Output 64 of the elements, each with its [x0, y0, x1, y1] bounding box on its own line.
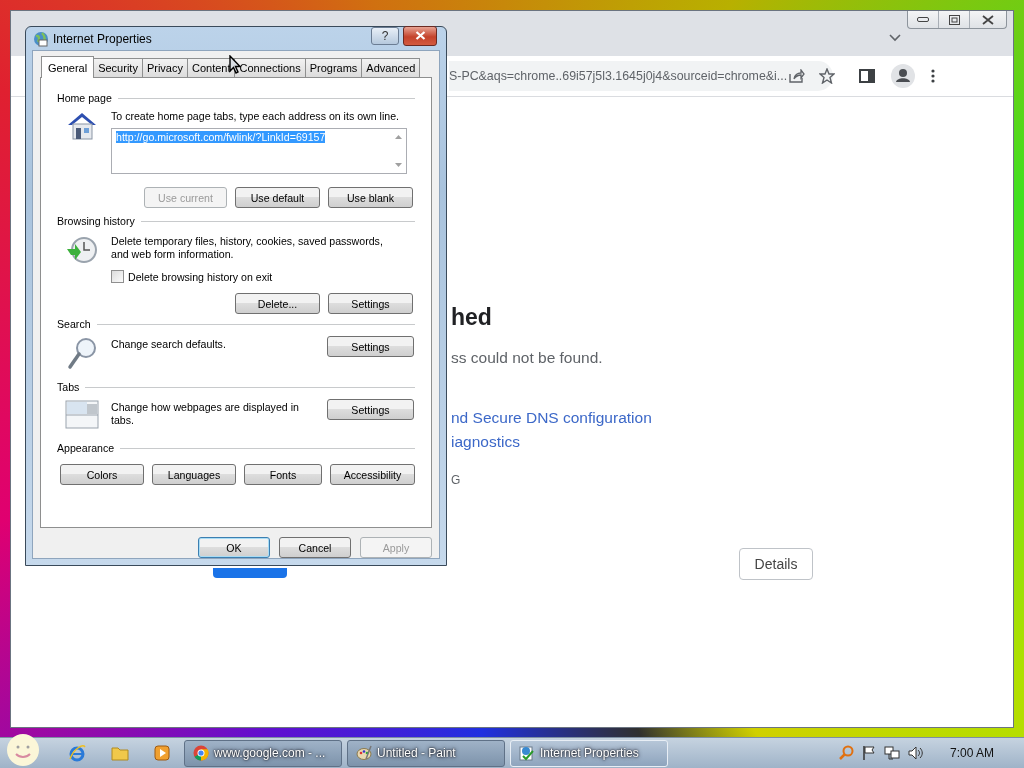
description-text: Change search defaults.	[111, 338, 227, 351]
description-text: Change how webpages are displayed in tabs.	[111, 401, 300, 427]
section-heading: Browsing history	[57, 215, 135, 227]
dialog-button[interactable]: Delete...	[235, 293, 320, 314]
dialog-button[interactable]: Languages	[152, 464, 236, 485]
error-message: ss could not be found.	[451, 349, 604, 367]
minimize-icon	[917, 17, 929, 22]
window-title: Internet Properties	[53, 31, 153, 46]
help-link[interactable]: iagnostics	[451, 433, 520, 451]
tab[interactable]: Programs	[304, 58, 363, 77]
help-link[interactable]: nd Secure DNS configuration	[451, 409, 652, 427]
help-button[interactable]: ?	[371, 26, 399, 45]
section-heading: Tabs	[57, 381, 80, 393]
chevron-down-icon[interactable]	[889, 34, 901, 42]
dialog-button[interactable]: Settings	[327, 399, 414, 420]
share-icon[interactable]	[789, 69, 805, 83]
tab[interactable]: Advanced	[361, 58, 421, 77]
dialog-button[interactable]: Settings	[328, 293, 413, 314]
error-heading: hed	[451, 304, 493, 331]
menu-icon[interactable]	[931, 69, 935, 83]
checkbox-label[interactable]: Delete browsing history on exit	[128, 270, 273, 283]
address-bar[interactable]: S-PC&aqs=chrome..69i57j5l3.1645j0j4&sourceid=chrome&i...	[449, 61, 833, 91]
error-code: G	[451, 473, 462, 487]
palette-icon	[356, 745, 372, 761]
dialog-button[interactable]: Use default	[235, 187, 320, 208]
volume-icon[interactable]	[907, 745, 924, 761]
network-icon[interactable]	[883, 745, 900, 761]
window-tabs-icon	[65, 399, 99, 429]
start-button[interactable]	[6, 733, 40, 767]
section-heading: Appearance	[57, 442, 115, 454]
section-heading: Home page	[57, 92, 112, 104]
search-icon	[65, 336, 99, 370]
dialog-button[interactable]: Use blank	[328, 187, 413, 208]
dialog-button[interactable]: Cancel	[279, 537, 351, 558]
clock-icon	[65, 235, 99, 265]
tab[interactable]: General	[41, 56, 95, 78]
close-button[interactable]	[403, 25, 437, 46]
tab[interactable]: Connections	[234, 58, 306, 77]
play-icon[interactable]	[154, 745, 170, 761]
browser-icon[interactable]	[68, 744, 86, 762]
section-heading: Search	[57, 318, 91, 330]
side-panel-icon[interactable]	[859, 69, 875, 83]
profile-icon[interactable]	[891, 64, 915, 88]
scroll-down-icon[interactable]	[395, 163, 402, 167]
close-icon	[414, 31, 426, 40]
description-text: Delete temporary files, history, cookies, saved passwords, and web form information.	[111, 235, 384, 261]
star-icon[interactable]	[819, 68, 835, 84]
chrome-icon	[193, 745, 209, 761]
clock: 7:00 AM	[949, 746, 994, 760]
restore-icon	[948, 14, 960, 25]
checkbox[interactable]	[111, 270, 124, 283]
tab[interactable]: Security	[93, 58, 143, 77]
flag-icon[interactable]	[861, 745, 876, 761]
tab[interactable]: Privacy	[141, 58, 188, 77]
dialog-button[interactable]: Fonts	[244, 464, 322, 485]
dialog-button[interactable]: OK	[198, 537, 270, 558]
dialog-button[interactable]: Colors	[60, 464, 144, 485]
scroll-up-icon[interactable]	[395, 135, 402, 139]
close-icon	[982, 14, 994, 25]
details-button[interactable]: Details	[739, 548, 813, 580]
globe-icon	[33, 30, 49, 47]
dialog-button[interactable]: Settings	[327, 336, 414, 357]
dialog-button[interactable]: Accessibility	[330, 464, 415, 485]
instruction-text: To create home page tabs, type each address on its own line.	[111, 110, 400, 123]
